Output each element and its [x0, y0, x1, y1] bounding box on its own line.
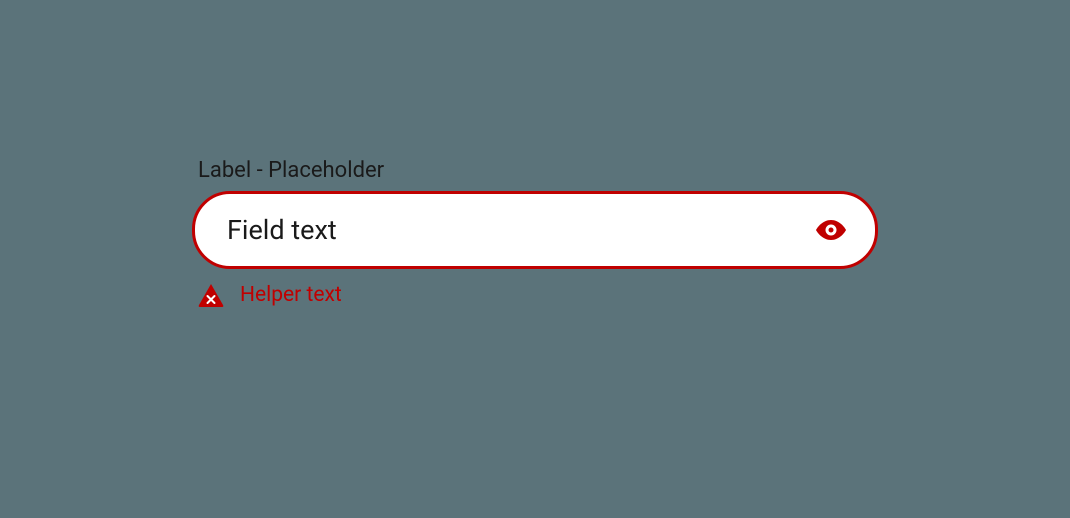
- helper-text: Helper text: [240, 283, 342, 307]
- input-wrapper: [192, 191, 878, 269]
- text-input[interactable]: [227, 214, 805, 246]
- eye-icon: [816, 220, 846, 240]
- helper-row: Helper text: [198, 283, 878, 307]
- text-field-container: Label - Placeholder Helper text: [192, 158, 878, 307]
- error-icon: [198, 283, 224, 307]
- toggle-visibility-button[interactable]: [815, 214, 847, 246]
- field-label: Label - Placeholder: [198, 158, 878, 183]
